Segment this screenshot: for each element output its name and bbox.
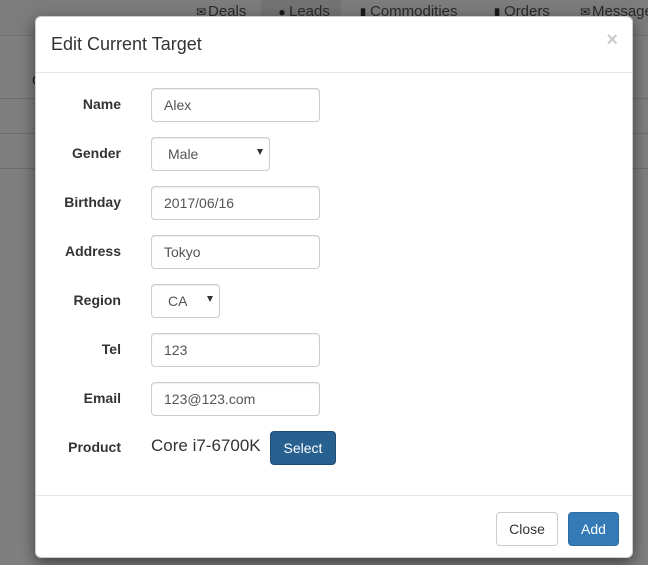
address-label: Address (64, 243, 121, 259)
modal-header: Edit Current Target × (36, 17, 632, 73)
name-label: Name (82, 96, 121, 112)
modal-title: Edit Current Target (51, 34, 202, 54)
select-product-button[interactable]: Select (270, 431, 336, 465)
add-button[interactable]: Add (568, 512, 619, 546)
product-value: Core i7-6700K (151, 436, 261, 455)
birthday-row: Birthday (36, 186, 632, 220)
chevron-down-icon (207, 296, 213, 302)
modal-footer: Close Add (36, 495, 632, 559)
region-select[interactable]: CA (151, 284, 220, 318)
name-row: Name (36, 88, 632, 122)
tel-input[interactable] (151, 333, 320, 367)
tel-label: Tel (101, 341, 121, 357)
close-icon[interactable]: × (606, 30, 618, 50)
edit-target-modal: Edit Current Target × Name Gender Male B… (35, 16, 633, 558)
product-row: Product Core i7-6700K Select (36, 431, 632, 465)
chevron-down-icon (257, 149, 263, 155)
email-input[interactable] (151, 382, 320, 416)
address-row: Address (36, 235, 632, 269)
tel-row: Tel (36, 333, 632, 367)
region-selected-value: CA (168, 293, 188, 309)
close-button[interactable]: Close (496, 512, 558, 546)
region-label: Region (73, 292, 121, 308)
email-row: Email (36, 382, 632, 416)
gender-select[interactable]: Male (151, 137, 270, 171)
region-row: Region CA (36, 284, 632, 318)
gender-selected-value: Male (168, 146, 199, 162)
address-input[interactable] (151, 235, 320, 269)
gender-row: Gender Male (36, 137, 632, 171)
birthday-input[interactable] (151, 186, 320, 220)
gender-label: Gender (71, 145, 121, 161)
name-input[interactable] (151, 88, 320, 122)
email-label: Email (83, 390, 121, 406)
product-label: Product (68, 439, 121, 455)
birthday-label: Birthday (64, 194, 121, 210)
